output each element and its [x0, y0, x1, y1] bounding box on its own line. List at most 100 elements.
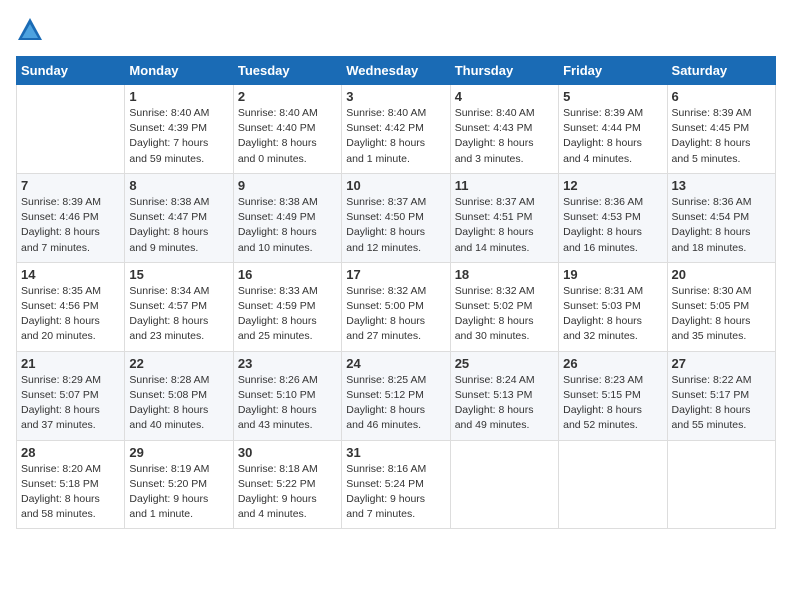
day-detail: Sunrise: 8:22 AM Sunset: 5:17 PM Dayligh…	[672, 373, 771, 434]
day-detail: Sunrise: 8:35 AM Sunset: 4:56 PM Dayligh…	[21, 284, 120, 345]
day-number: 28	[21, 445, 120, 460]
day-detail: Sunrise: 8:20 AM Sunset: 5:18 PM Dayligh…	[21, 462, 120, 523]
day-number: 2	[238, 89, 337, 104]
header-cell-thursday: Thursday	[450, 57, 558, 85]
calendar-cell: 4Sunrise: 8:40 AM Sunset: 4:43 PM Daylig…	[450, 85, 558, 174]
calendar-cell	[559, 440, 667, 529]
header-cell-sunday: Sunday	[17, 57, 125, 85]
calendar-cell: 8Sunrise: 8:38 AM Sunset: 4:47 PM Daylig…	[125, 173, 233, 262]
day-number: 13	[672, 178, 771, 193]
header-cell-saturday: Saturday	[667, 57, 775, 85]
day-detail: Sunrise: 8:39 AM Sunset: 4:45 PM Dayligh…	[672, 106, 771, 167]
day-detail: Sunrise: 8:30 AM Sunset: 5:05 PM Dayligh…	[672, 284, 771, 345]
calendar-cell: 22 Sunrise: 8:28 AM Sunset: 5:08 PM Dayli…	[125, 351, 233, 440]
header-cell-wednesday: Wednesday	[342, 57, 450, 85]
calendar-header: SundayMondayTuesdayWednesdayThursdayFrid…	[17, 57, 776, 85]
day-number: 12	[563, 178, 662, 193]
calendar-body: 1 Sunrise: 8:40 AM Sunset: 4:39 PM Daylig…	[17, 85, 776, 529]
day-number: 14	[21, 267, 120, 282]
day-number: 30	[238, 445, 337, 460]
day-number: 8	[129, 178, 228, 193]
calendar-cell: 12 Sunrise: 8:36 AM Sunset: 4:53 PM Dayli…	[559, 173, 667, 262]
calendar-cell: 29 Sunrise: 8:19 AM Sunset: 5:20 PM Dayli…	[125, 440, 233, 529]
day-number: 1	[129, 89, 228, 104]
header-cell-monday: Monday	[125, 57, 233, 85]
calendar-cell: 17 Sunrise: 8:32 AM Sunset: 5:00 PM Dayli…	[342, 262, 450, 351]
calendar-cell: 3Sunrise: 8:40 AM Sunset: 4:42 PM Daylig…	[342, 85, 450, 174]
calendar-cell: 23 Sunrise: 8:26 AM Sunset: 5:10 PM Dayli…	[233, 351, 341, 440]
day-detail: Sunrise: 8:18 AM Sunset: 5:22 PM Dayligh…	[238, 462, 337, 523]
calendar-cell: 27 Sunrise: 8:22 AM Sunset: 5:17 PM Dayli…	[667, 351, 775, 440]
week-row: 28 Sunrise: 8:20 AM Sunset: 5:18 PM Dayli…	[17, 440, 776, 529]
calendar-cell	[667, 440, 775, 529]
page-header	[16, 16, 776, 44]
day-detail: Sunrise: 8:36 AM Sunset: 4:54 PM Dayligh…	[672, 195, 771, 256]
day-number: 3	[346, 89, 445, 104]
day-detail: Sunrise: 8:40 AM Sunset: 4:43 PM Dayligh…	[455, 106, 554, 167]
day-detail: Sunrise: 8:32 AM Sunset: 5:02 PM Dayligh…	[455, 284, 554, 345]
calendar-table: SundayMondayTuesdayWednesdayThursdayFrid…	[16, 56, 776, 529]
calendar-cell	[17, 85, 125, 174]
calendar-cell	[450, 440, 558, 529]
day-detail: Sunrise: 8:34 AM Sunset: 4:57 PM Dayligh…	[129, 284, 228, 345]
calendar-cell: 20 Sunrise: 8:30 AM Sunset: 5:05 PM Dayli…	[667, 262, 775, 351]
day-number: 15	[129, 267, 228, 282]
calendar-cell: 6Sunrise: 8:39 AM Sunset: 4:45 PM Daylig…	[667, 85, 775, 174]
day-detail: Sunrise: 8:23 AM Sunset: 5:15 PM Dayligh…	[563, 373, 662, 434]
calendar-cell: 9 Sunrise: 8:38 AM Sunset: 4:49 PM Daylig…	[233, 173, 341, 262]
calendar-cell: 7Sunrise: 8:39 AM Sunset: 4:46 PM Daylig…	[17, 173, 125, 262]
day-detail: Sunrise: 8:25 AM Sunset: 5:12 PM Dayligh…	[346, 373, 445, 434]
day-detail: Sunrise: 8:32 AM Sunset: 5:00 PM Dayligh…	[346, 284, 445, 345]
calendar-cell: 24 Sunrise: 8:25 AM Sunset: 5:12 PM Dayli…	[342, 351, 450, 440]
week-row: 14 Sunrise: 8:35 AM Sunset: 4:56 PM Dayli…	[17, 262, 776, 351]
day-number: 27	[672, 356, 771, 371]
day-detail: Sunrise: 8:24 AM Sunset: 5:13 PM Dayligh…	[455, 373, 554, 434]
calendar-cell: 26 Sunrise: 8:23 AM Sunset: 5:15 PM Dayli…	[559, 351, 667, 440]
day-detail: Sunrise: 8:26 AM Sunset: 5:10 PM Dayligh…	[238, 373, 337, 434]
header-row: SundayMondayTuesdayWednesdayThursdayFrid…	[17, 57, 776, 85]
day-number: 25	[455, 356, 554, 371]
logo-icon	[16, 16, 44, 44]
day-detail: Sunrise: 8:37 AM Sunset: 4:50 PM Dayligh…	[346, 195, 445, 256]
day-detail: Sunrise: 8:28 AM Sunset: 5:08 PM Dayligh…	[129, 373, 228, 434]
logo	[16, 16, 46, 44]
calendar-cell: 25 Sunrise: 8:24 AM Sunset: 5:13 PM Dayli…	[450, 351, 558, 440]
calendar-cell: 15 Sunrise: 8:34 AM Sunset: 4:57 PM Dayli…	[125, 262, 233, 351]
day-detail: Sunrise: 8:36 AM Sunset: 4:53 PM Dayligh…	[563, 195, 662, 256]
calendar-cell: 31Sunrise: 8:16 AM Sunset: 5:24 PM Dayli…	[342, 440, 450, 529]
calendar-cell: 13 Sunrise: 8:36 AM Sunset: 4:54 PM Dayli…	[667, 173, 775, 262]
week-row: 7Sunrise: 8:39 AM Sunset: 4:46 PM Daylig…	[17, 173, 776, 262]
calendar-cell: 14 Sunrise: 8:35 AM Sunset: 4:56 PM Dayli…	[17, 262, 125, 351]
day-detail: Sunrise: 8:16 AM Sunset: 5:24 PM Dayligh…	[346, 462, 445, 523]
day-number: 20	[672, 267, 771, 282]
day-detail: Sunrise: 8:33 AM Sunset: 4:59 PM Dayligh…	[238, 284, 337, 345]
calendar-cell: 5Sunrise: 8:39 AM Sunset: 4:44 PM Daylig…	[559, 85, 667, 174]
day-detail: Sunrise: 8:39 AM Sunset: 4:46 PM Dayligh…	[21, 195, 120, 256]
day-number: 19	[563, 267, 662, 282]
calendar-cell: 2 Sunrise: 8:40 AM Sunset: 4:40 PM Daylig…	[233, 85, 341, 174]
calendar-cell: 10 Sunrise: 8:37 AM Sunset: 4:50 PM Dayli…	[342, 173, 450, 262]
day-detail: Sunrise: 8:40 AM Sunset: 4:39 PM Dayligh…	[129, 106, 228, 167]
day-detail: Sunrise: 8:39 AM Sunset: 4:44 PM Dayligh…	[563, 106, 662, 167]
day-number: 29	[129, 445, 228, 460]
day-number: 24	[346, 356, 445, 371]
calendar-cell: 19 Sunrise: 8:31 AM Sunset: 5:03 PM Dayli…	[559, 262, 667, 351]
day-number: 23	[238, 356, 337, 371]
week-row: 21Sunrise: 8:29 AM Sunset: 5:07 PM Dayli…	[17, 351, 776, 440]
calendar-cell: 1 Sunrise: 8:40 AM Sunset: 4:39 PM Daylig…	[125, 85, 233, 174]
day-number: 10	[346, 178, 445, 193]
calendar-cell: 11Sunrise: 8:37 AM Sunset: 4:51 PM Dayli…	[450, 173, 558, 262]
header-cell-tuesday: Tuesday	[233, 57, 341, 85]
calendar-cell: 18Sunrise: 8:32 AM Sunset: 5:02 PM Dayli…	[450, 262, 558, 351]
day-number: 26	[563, 356, 662, 371]
day-number: 9	[238, 178, 337, 193]
day-number: 22	[129, 356, 228, 371]
day-number: 17	[346, 267, 445, 282]
day-detail: Sunrise: 8:40 AM Sunset: 4:40 PM Dayligh…	[238, 106, 337, 167]
day-number: 16	[238, 267, 337, 282]
day-detail: Sunrise: 8:38 AM Sunset: 4:49 PM Dayligh…	[238, 195, 337, 256]
week-row: 1 Sunrise: 8:40 AM Sunset: 4:39 PM Daylig…	[17, 85, 776, 174]
day-detail: Sunrise: 8:19 AM Sunset: 5:20 PM Dayligh…	[129, 462, 228, 523]
day-detail: Sunrise: 8:37 AM Sunset: 4:51 PM Dayligh…	[455, 195, 554, 256]
day-detail: Sunrise: 8:31 AM Sunset: 5:03 PM Dayligh…	[563, 284, 662, 345]
